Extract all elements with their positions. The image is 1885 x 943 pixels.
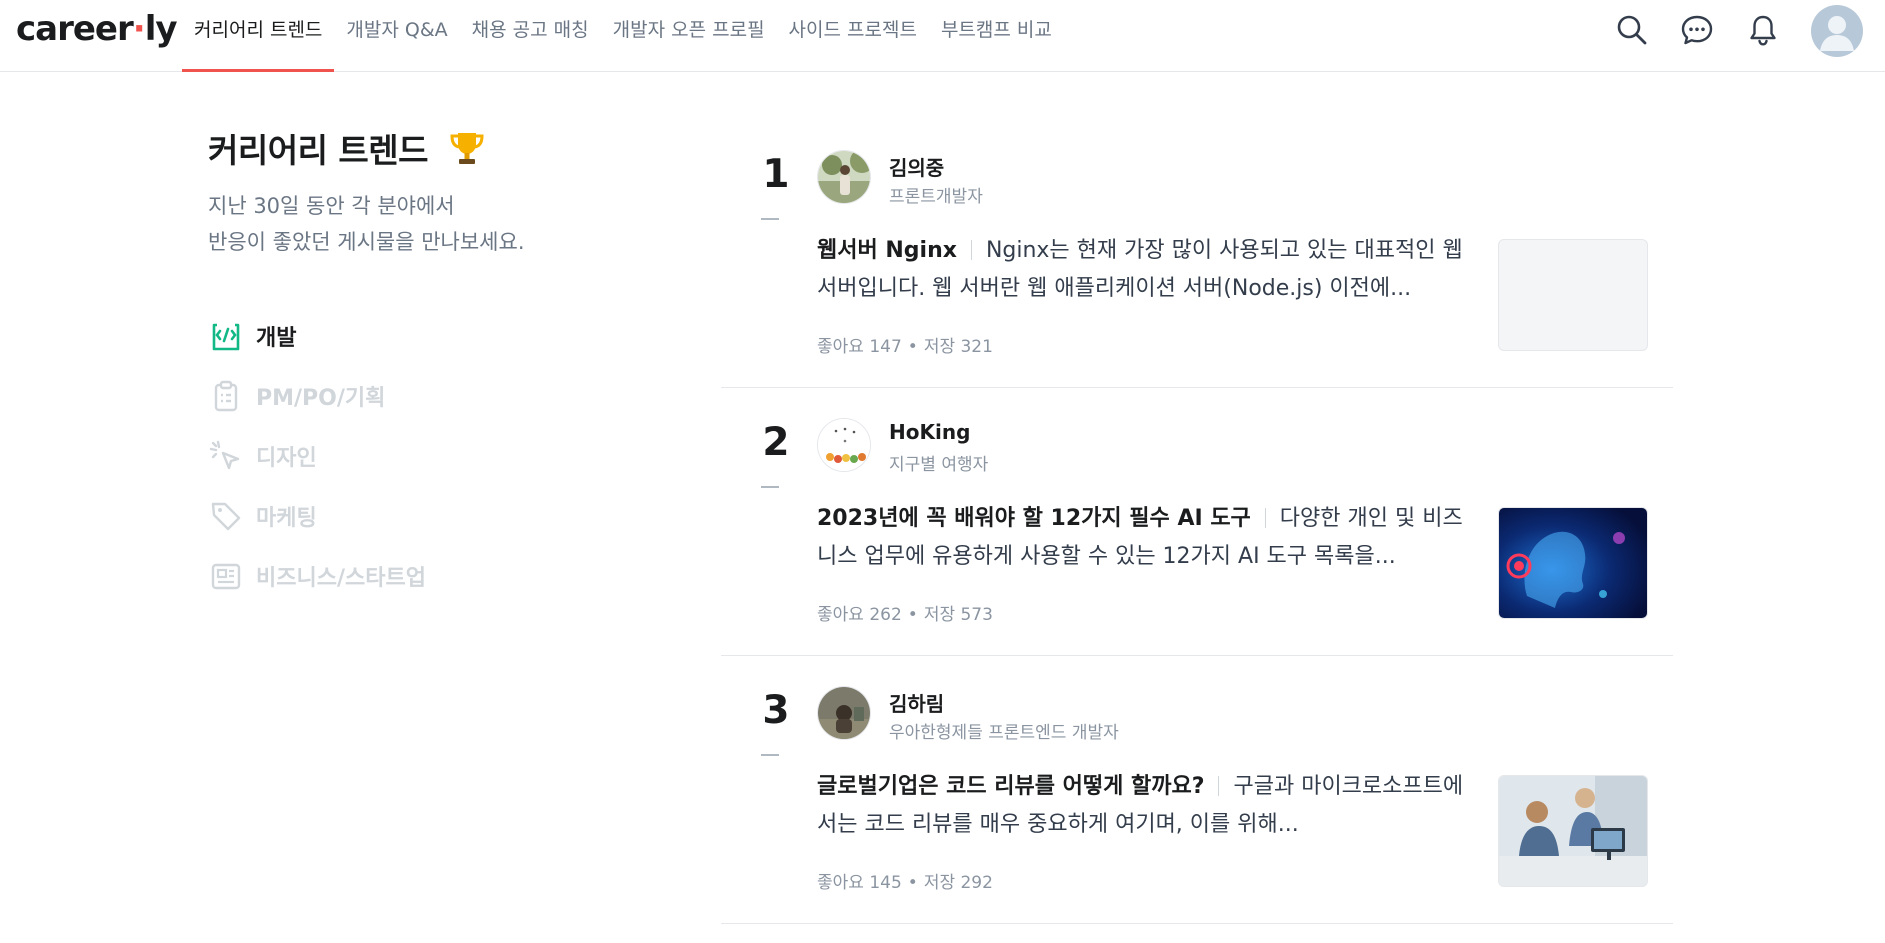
category-label: PM/PO/기획: [256, 386, 386, 411]
category-label: 마케팅: [256, 506, 317, 531]
code-icon: [208, 318, 244, 354]
careerly-logo[interactable]: career·ly: [16, 6, 178, 52]
stats-bullet: •: [907, 337, 918, 357]
author-name[interactable]: HoKing: [889, 420, 970, 444]
logo-dot: ·: [132, 9, 146, 49]
category-item-pm[interactable]: PM/PO/기획: [208, 366, 426, 426]
rank-divider: [761, 218, 779, 220]
title-separator: [1264, 508, 1266, 528]
post-stats: 좋아요 147 • 저장 321: [817, 332, 993, 357]
post-content[interactable]: 글로벌기업은 코드 리뷰를 어떻게 할까요? 구글과 마이크로소프트에서는 코드 …: [817, 768, 1467, 844]
nav-item-open-profile[interactable]: 개발자 오픈 프로필: [601, 0, 777, 72]
saves-count: 저장 573: [923, 605, 993, 625]
likes-count: 좋아요 145: [817, 873, 902, 893]
main-nav: 커리어리 트렌드 개발자 Q&A 채용 공고 매칭 개발자 오픈 프로필 사이드…: [182, 0, 1064, 72]
author-role: 지구별 여행자: [889, 455, 989, 475]
post-rank: 1: [762, 152, 790, 197]
saves-count: 저장 292: [923, 873, 993, 893]
likes-count: 좋아요 147: [817, 337, 902, 357]
author-avatar[interactable]: [817, 150, 871, 204]
trend-feed: 1 김의중 프론트개발자 웹서버 Nginx Nginx는 현재 가장 많이 사용…: [721, 120, 1673, 924]
nav-item-job-matching[interactable]: 채용 공고 매칭: [460, 0, 601, 72]
category-label: 비즈니스/스타트업: [256, 566, 426, 591]
post-content[interactable]: 2023년에 꼭 배워야 할 12가지 필수 AI 도구 다양한 개인 및 비즈니…: [817, 500, 1467, 576]
category-label: 디자인: [256, 446, 317, 471]
post-title: 2023년에 꼭 배워야 할 12가지 필수 AI 도구: [817, 506, 1251, 531]
author-role: 프론트개발자: [889, 187, 983, 207]
post-title: 웹서버 Nginx: [817, 238, 957, 263]
clipboard-icon: [208, 378, 244, 414]
cursor-click-icon: [208, 438, 244, 474]
title-separator: [970, 240, 972, 260]
nav-item-trends[interactable]: 커리어리 트렌드: [182, 0, 335, 72]
post-stats: 좋아요 262 • 저장 573: [817, 600, 993, 625]
tag-icon: [208, 498, 244, 534]
logo-text-tail: ly: [144, 9, 178, 49]
author-avatar[interactable]: [817, 418, 871, 472]
post-thumbnail[interactable]: [1498, 507, 1648, 619]
category-list: 개발 PM/PO/기획 디자인 마케팅 비즈니스/스타트업: [208, 306, 426, 606]
search-icon[interactable]: [1612, 10, 1652, 50]
logo-text-main: career: [16, 9, 134, 49]
trophy-icon: [447, 128, 487, 176]
category-item-design[interactable]: 디자인: [208, 426, 426, 486]
nav-item-side-project[interactable]: 사이드 프로젝트: [777, 0, 929, 72]
post-card[interactable]: 3 김하림 우아한형제들 프론트엔드 개발자 글로벌기업은 코드 리뷰를 어떻게…: [721, 656, 1673, 924]
post-rank: 3: [762, 688, 790, 733]
newspaper-icon: [208, 558, 244, 594]
bell-icon[interactable]: [1743, 10, 1783, 50]
category-item-dev[interactable]: 개발: [208, 306, 426, 366]
category-label: 개발: [256, 326, 297, 351]
author-name[interactable]: 김의중: [889, 152, 944, 181]
stats-bullet: •: [907, 873, 918, 893]
post-content[interactable]: 웹서버 Nginx Nginx는 현재 가장 많이 사용되고 있는 대표적인 웹서…: [817, 232, 1467, 308]
post-card[interactable]: 2 HoKing 지구별 여행자 2023년에 꼭 배워야 할 12가지 필수 …: [721, 388, 1673, 656]
rank-divider: [761, 754, 779, 756]
page-subtitle-line: 지난 30일 동안 각 분야에서: [208, 194, 455, 218]
chat-icon[interactable]: [1677, 10, 1717, 50]
page-title: 커리어리 트렌드: [208, 124, 487, 176]
post-title: 글로벌기업은 코드 리뷰를 어떻게 할까요?: [817, 774, 1205, 799]
category-item-marketing[interactable]: 마케팅: [208, 486, 426, 546]
title-separator: [1218, 776, 1220, 796]
author-avatar[interactable]: [817, 686, 871, 740]
post-thumbnail[interactable]: [1498, 239, 1648, 351]
profile-avatar[interactable]: [1811, 5, 1863, 57]
post-rank: 2: [762, 420, 790, 465]
saves-count: 저장 321: [923, 337, 993, 357]
likes-count: 좋아요 262: [817, 605, 902, 625]
page-title-text: 커리어리 트렌드: [208, 131, 429, 170]
top-header: career·ly 커리어리 트렌드 개발자 Q&A 채용 공고 매칭 개발자 …: [0, 0, 1885, 72]
stats-bullet: •: [907, 605, 918, 625]
post-card[interactable]: 1 김의중 프론트개발자 웹서버 Nginx Nginx는 현재 가장 많이 사용…: [721, 120, 1673, 388]
author-name[interactable]: 김하림: [889, 688, 944, 717]
post-stats: 좋아요 145 • 저장 292: [817, 868, 993, 893]
nav-item-bootcamp[interactable]: 부트캠프 비교: [929, 0, 1064, 72]
rank-divider: [761, 486, 779, 488]
author-role: 우아한형제들 프론트엔드 개발자: [889, 723, 1119, 743]
post-thumbnail[interactable]: [1498, 775, 1648, 887]
page-subtitle-line: 반응이 좋았던 게시물을 만나보세요.: [208, 230, 525, 254]
page-subtitle: 지난 30일 동안 각 분야에서 반응이 좋았던 게시물을 만나보세요.: [208, 188, 525, 260]
nav-item-qna[interactable]: 개발자 Q&A: [334, 0, 459, 72]
category-item-business[interactable]: 비즈니스/스타트업: [208, 546, 426, 606]
